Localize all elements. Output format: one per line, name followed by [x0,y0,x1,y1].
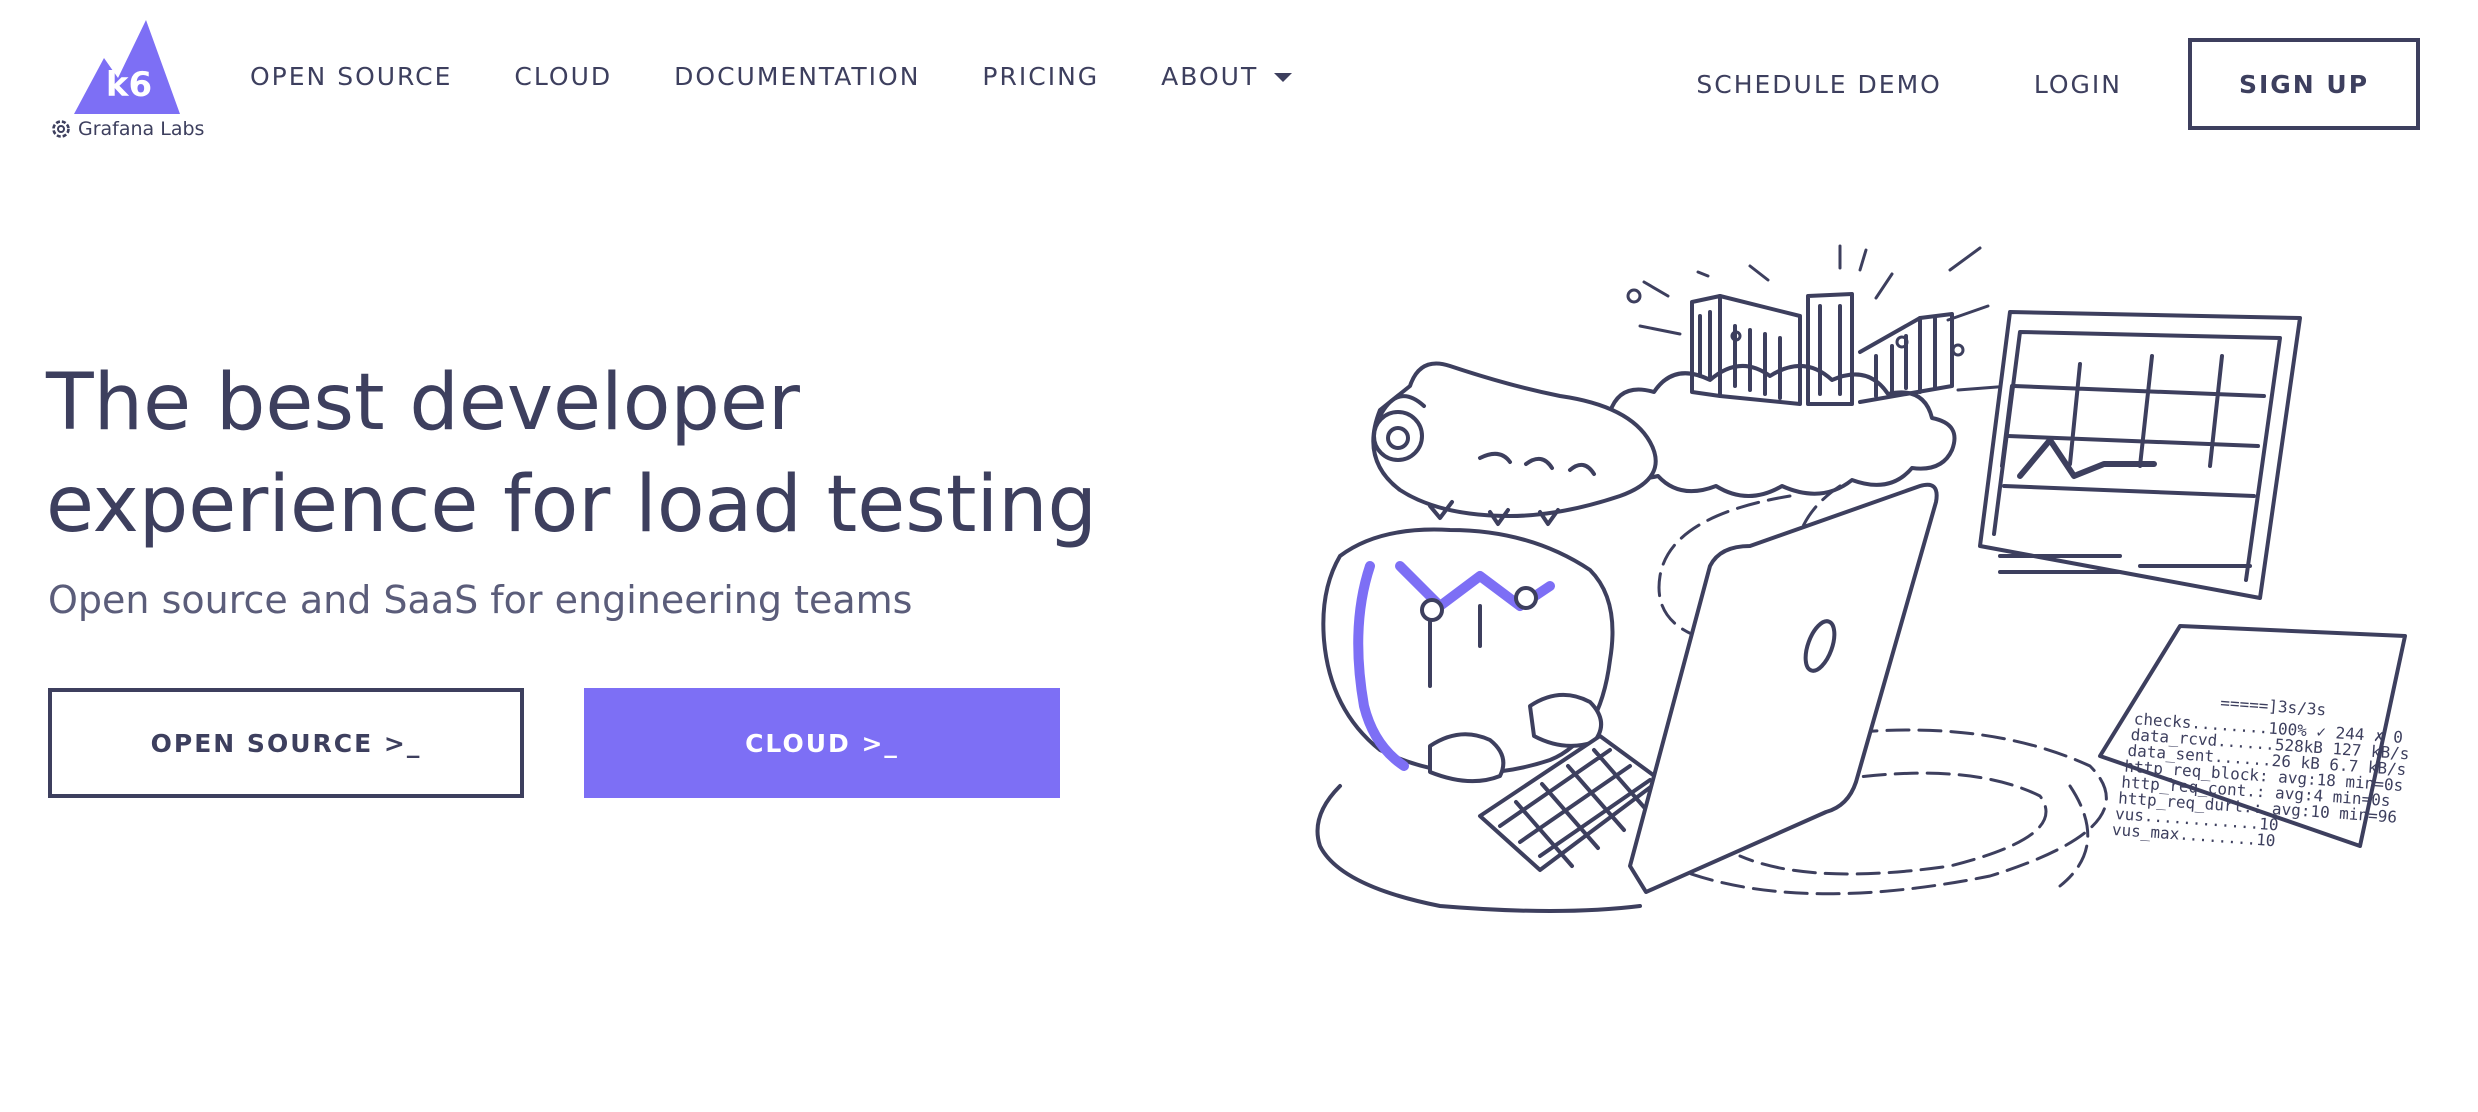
dashboard-monitor-icon [1978,310,2302,600]
hero-title-line-1: The best developer [46,358,800,448]
nav-about[interactable]: ABOUT [1161,62,1293,91]
k6-logo-icon: k6 [74,20,180,114]
schedule-demo-link[interactable]: SCHEDULE DEMO [1696,39,1941,129]
main-nav: OPEN SOURCE CLOUD DOCUMENTATION PRICING … [250,62,1293,91]
grafana-labs-brand: Grafana Labs [50,118,204,140]
grafana-gear-icon [52,120,70,138]
grafana-labs-text: Grafana Labs [78,118,205,140]
caret-down-icon [1274,73,1293,82]
cloud-cta-button[interactable]: CLOUD >_ [584,688,1060,798]
site-header: k6 Grafana Labs OPEN SOURCE CLOUD DOCUME… [0,0,2478,170]
hero-subtitle: Open source and SaaS for engineering tea… [48,578,913,622]
crocodile-mascot-icon [1315,361,1939,913]
hero-title-line-2: experience for load testing [46,460,1098,550]
hero-title: The best developer experience for load t… [46,352,1146,556]
k6-logo-link[interactable]: k6 Grafana Labs [46,20,206,148]
k6-mascot-illustration: =====]3s/3s checks........100% ✓ 244 ✗ 0… [1315,244,2410,913]
header-actions: SCHEDULE DEMO LOGIN SIGN UP [1696,38,2420,130]
sign-up-button[interactable]: SIGN UP [2188,38,2420,130]
nav-cloud[interactable]: CLOUD [514,62,612,91]
terminal-panel-icon: =====]3s/3s checks........100% ✓ 244 ✗ 0… [2098,624,2410,850]
nav-about-label: ABOUT [1161,62,1259,91]
nav-open-source[interactable]: OPEN SOURCE [250,62,452,91]
open-source-cta-button[interactable]: OPEN SOURCE >_ [48,688,524,798]
nav-documentation[interactable]: DOCUMENTATION [674,62,920,91]
nav-pricing[interactable]: PRICING [982,62,1099,91]
server-racks-icon [1690,292,1954,406]
login-link[interactable]: LOGIN [2034,39,2122,129]
k6-logo-text: k6 [106,65,152,105]
